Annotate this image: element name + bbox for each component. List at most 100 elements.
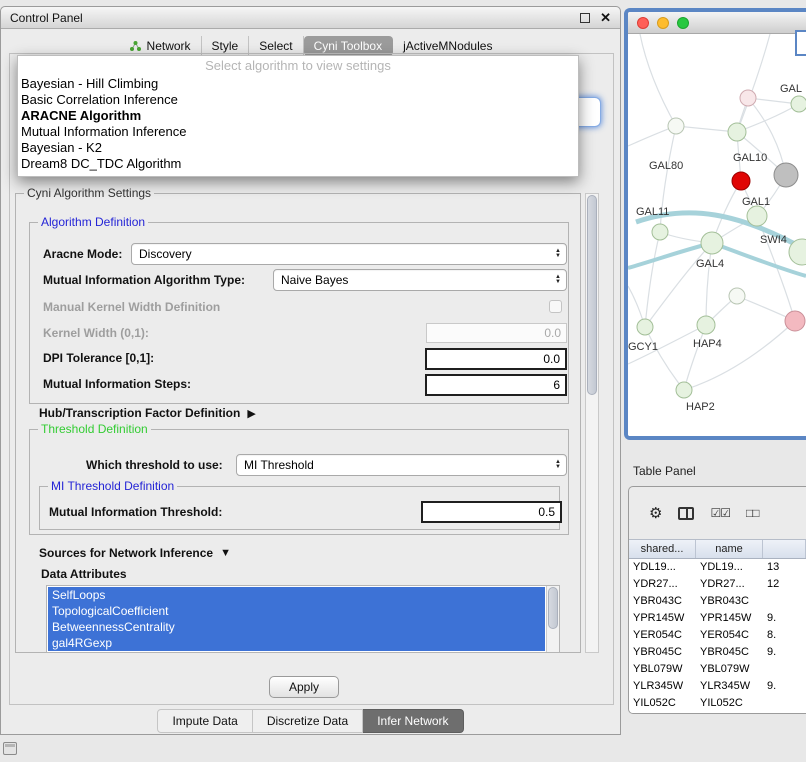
network-edge: [645, 327, 684, 390]
table-row[interactable]: YBL079WYBL079W: [629, 661, 806, 678]
network-node[interactable]: [774, 163, 798, 187]
algorithm-option[interactable]: Basic Correlation Inference: [18, 92, 578, 108]
close-button[interactable]: [637, 17, 649, 29]
minimize-button[interactable]: [657, 17, 669, 29]
network-node[interactable]: [740, 90, 756, 106]
data-attribute-item[interactable]: TopologicalCoefficient: [48, 603, 545, 619]
network-edge: [645, 232, 660, 327]
network-canvas[interactable]: GALGAL80GAL10GAL11GAL1SWI4GAL4GCY1HAP4HA…: [628, 34, 806, 436]
settings-scrollbar-thumb[interactable]: [587, 195, 597, 395]
data-attribute-item[interactable]: gal4RGexp: [48, 635, 545, 651]
table-cell: YDR27...: [696, 576, 763, 593]
expanded-arrow-icon[interactable]: ▼: [220, 547, 231, 559]
tab-impute-data[interactable]: Impute Data: [157, 709, 252, 733]
sources-label: Sources for Network Inference: [39, 546, 213, 560]
column-header-name[interactable]: name: [696, 540, 763, 558]
kernel-width-field[interactable]: [426, 323, 567, 343]
tab-label: Style: [212, 39, 239, 53]
table-toolbar: ⚙ ☑☑ □□: [629, 487, 806, 539]
algorithm-option[interactable]: Mutual Information Inference: [18, 124, 578, 140]
columns-icon[interactable]: [678, 507, 694, 520]
table-body: YDL19...YDL19...13YDR27...YDR27...12YBR0…: [629, 559, 806, 712]
node-label: GAL4: [696, 258, 724, 270]
manual-kernel-width-checkbox[interactable]: [549, 300, 562, 313]
mi-threshold-field[interactable]: [421, 501, 562, 523]
data-attributes-list[interactable]: SelfLoopsTopologicalCoefficientBetweenne…: [46, 585, 560, 653]
apply-button[interactable]: Apply: [269, 676, 339, 698]
aracne-mode-label: Aracne Mode:: [43, 247, 122, 261]
tab-discretize-data[interactable]: Discretize Data: [253, 709, 363, 733]
network-node[interactable]: [747, 206, 767, 226]
tab-label: jActiveMNodules: [403, 39, 492, 53]
close-panel-icon[interactable]: ✕: [600, 12, 611, 24]
settings-scrollbar[interactable]: [585, 193, 599, 653]
algorithm-option[interactable]: Bayesian - Hill Climbing: [18, 76, 578, 92]
table-cell: YBR045C: [629, 644, 696, 661]
table-row[interactable]: YIL052CYIL052C: [629, 695, 806, 712]
attributes-scrollbar[interactable]: [546, 586, 559, 652]
mi-steps-label: Mutual Information Steps:: [43, 377, 191, 391]
column-header-cut[interactable]: [763, 540, 806, 558]
collapsed-arrow-icon[interactable]: ▶: [247, 407, 255, 420]
which-threshold-combobox[interactable]: MI Threshold ▲▼: [236, 454, 567, 476]
node-label: GAL10: [733, 152, 767, 164]
table-cell: YIL052C: [696, 695, 763, 712]
algorithm-option[interactable]: Dream8 DC_TDC Algorithm: [18, 156, 578, 172]
sources-section[interactable]: Sources for Network Inference ▼: [39, 546, 231, 560]
network-node[interactable]: [785, 311, 805, 331]
panel-dock-icon[interactable]: [3, 742, 17, 755]
algorithm-option[interactable]: ARACNE Algorithm: [18, 108, 578, 124]
mi-algorithm-type-combobox[interactable]: Naive Bayes ▲▼: [273, 269, 567, 291]
float-panel-icon[interactable]: [580, 13, 590, 23]
data-attribute-item[interactable]: BetweennessCentrality: [48, 619, 545, 635]
table-cell: YDL19...: [629, 559, 696, 576]
network-node[interactable]: [668, 118, 684, 134]
network-node[interactable]: [676, 382, 692, 398]
table-cell: 9.: [763, 644, 806, 661]
attributes-scrollbar-thumb[interactable]: [548, 587, 558, 629]
table-panel-window: ⚙ ☑☑ □□ shared... name YDL19...YDL19...1…: [628, 486, 806, 714]
aracne-mode-combobox[interactable]: Discovery ▲▼: [131, 243, 567, 265]
select-all-checkbox-icon[interactable]: ☑☑: [710, 506, 730, 520]
tab-infer-network[interactable]: Infer Network: [363, 709, 463, 733]
gear-icon[interactable]: ⚙: [649, 504, 662, 522]
mi-algorithm-type-label: Mutual Information Algorithm Type:: [43, 273, 245, 287]
hub-definition-label: Hub/Transcription Factor Definition: [39, 406, 240, 420]
bottom-tabbar: Impute Data Discretize Data Infer Networ…: [1, 709, 620, 733]
zoom-button[interactable]: [677, 17, 689, 29]
table-row[interactable]: YLR345WYLR345W9.: [629, 678, 806, 695]
node-label: GAL11: [636, 206, 669, 218]
network-node[interactable]: [701, 232, 723, 254]
network-node[interactable]: [637, 319, 653, 335]
node-table: shared... name YDL19...YDL19...13YDR27..…: [629, 539, 806, 713]
mi-steps-field[interactable]: [425, 374, 567, 396]
network-node[interactable]: [729, 288, 745, 304]
network-window-titlebar: [628, 12, 806, 34]
algorithm-option[interactable]: Bayesian - K2: [18, 140, 578, 156]
combo-value: MI Threshold: [244, 458, 314, 472]
network-node[interactable]: [697, 316, 715, 334]
table-row[interactable]: YBR043CYBR043C: [629, 593, 806, 610]
hub-definition-section[interactable]: Hub/Transcription Factor Definition ▶: [39, 406, 256, 420]
control-panel-window: Control Panel ✕ Network Style Select: [0, 6, 621, 735]
network-view-window: GALGAL80GAL10GAL11GAL1SWI4GAL4GCY1HAP4HA…: [624, 8, 806, 440]
table-cell: YIL052C: [629, 695, 696, 712]
mi-threshold-group-title: MI Threshold Definition: [48, 479, 177, 493]
network-node[interactable]: [652, 224, 668, 240]
select-none-checkbox-icon[interactable]: □□: [746, 506, 759, 520]
table-cell: 12: [763, 576, 806, 593]
network-edge: [706, 243, 712, 325]
dpi-tolerance-field[interactable]: [425, 348, 567, 370]
table-row[interactable]: YBR045CYBR045C9.: [629, 644, 806, 661]
table-row[interactable]: YDL19...YDL19...13: [629, 559, 806, 576]
network-node[interactable]: [732, 172, 750, 190]
network-node[interactable]: [791, 96, 806, 112]
table-cell: YPR145W: [629, 610, 696, 627]
table-row[interactable]: YPR145WYPR145W9.: [629, 610, 806, 627]
network-node[interactable]: [728, 123, 746, 141]
table-header-row: shared... name: [629, 539, 806, 559]
data-attribute-item[interactable]: SelfLoops: [48, 587, 545, 603]
table-row[interactable]: YDR27...YDR27...12: [629, 576, 806, 593]
table-row[interactable]: YER054CYER054C8.: [629, 627, 806, 644]
column-header-shared-name[interactable]: shared...: [629, 540, 696, 558]
